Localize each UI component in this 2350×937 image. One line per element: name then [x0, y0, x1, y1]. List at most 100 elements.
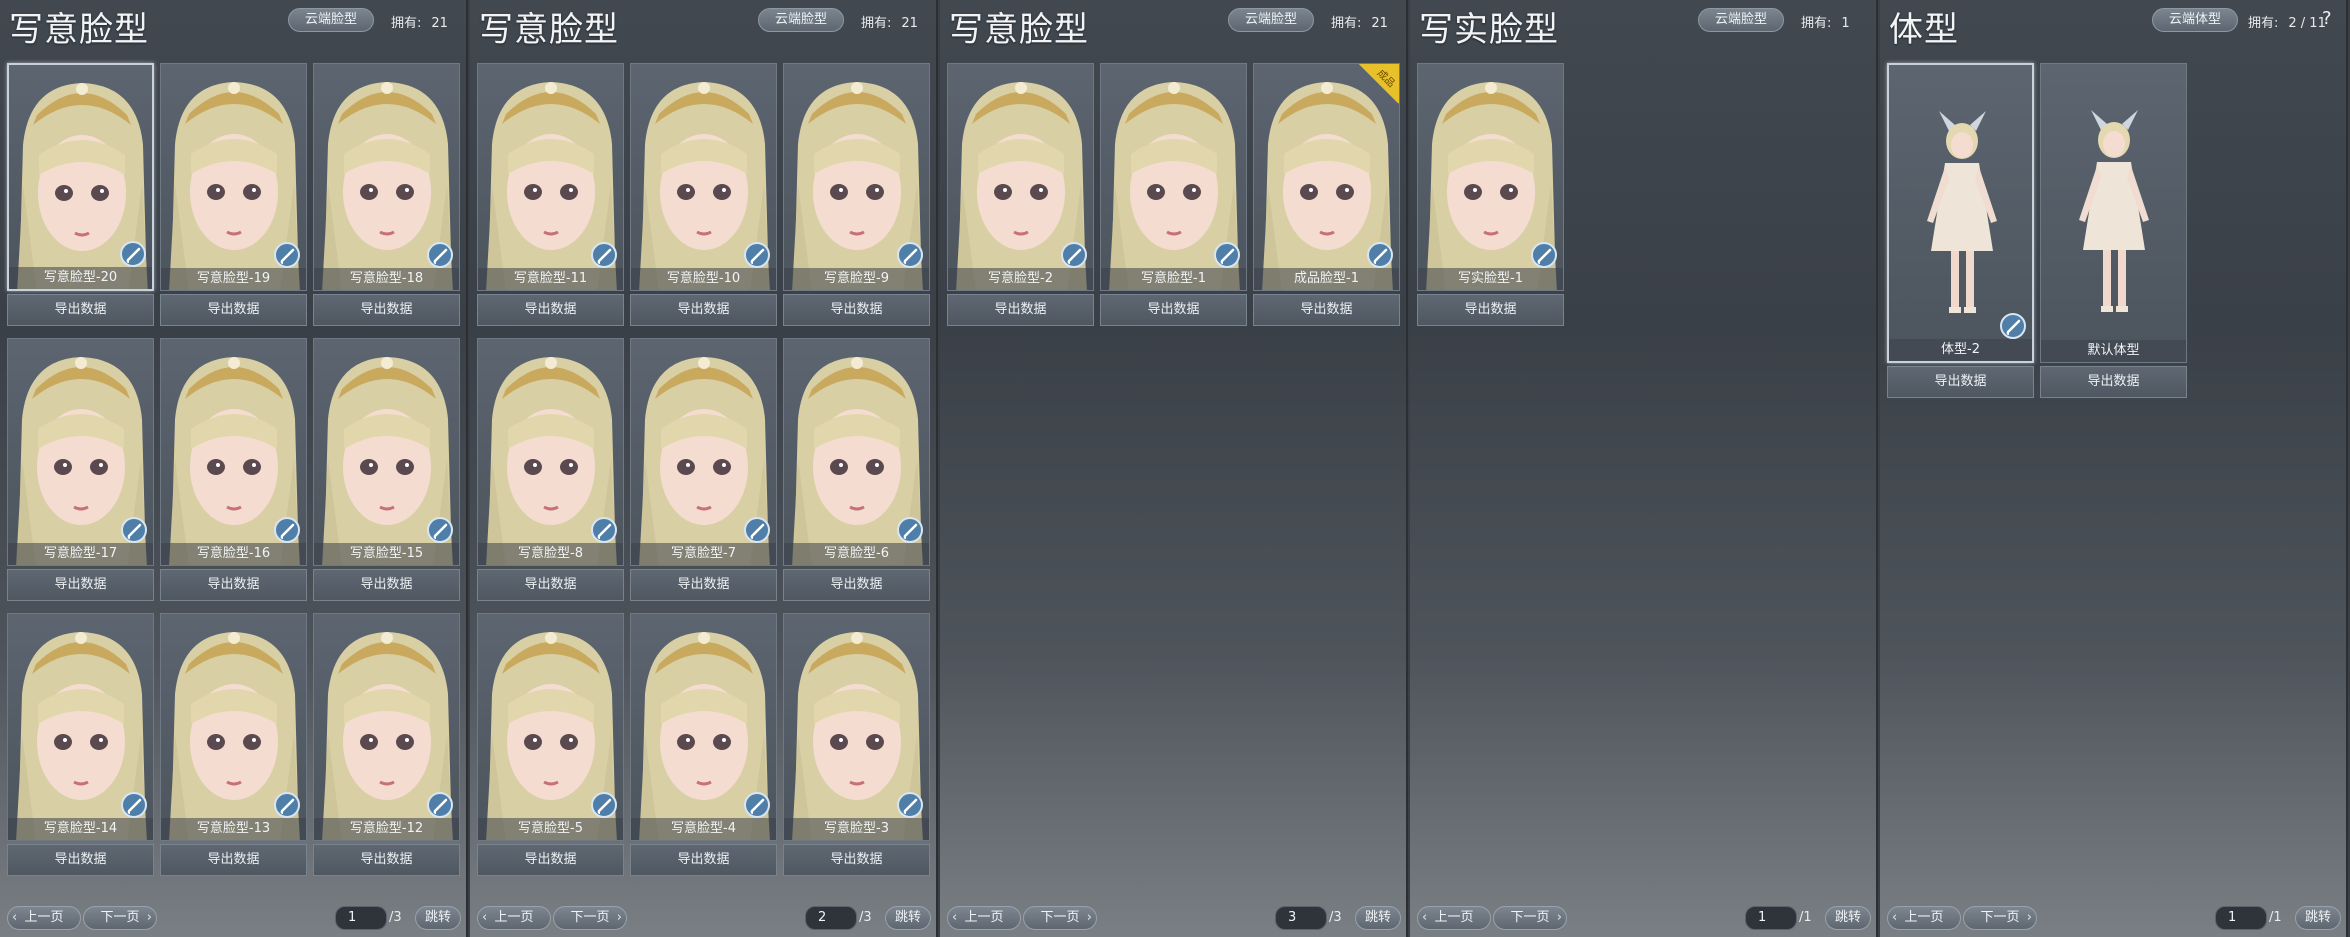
export-data-button[interactable]: 导出数据 [947, 294, 1094, 326]
export-data-button[interactable]: 导出数据 [630, 294, 777, 326]
jump-button[interactable]: 跳转 [2295, 906, 2341, 930]
next-page-label: 下一页 [570, 910, 610, 925]
brush-check-icon [1061, 242, 1087, 268]
grid-cell: 写意脸型-18 导出数据 [313, 63, 460, 326]
export-data-button[interactable]: 导出数据 [313, 569, 460, 601]
export-data-button[interactable]: 导出数据 [1417, 294, 1564, 326]
preset-card[interactable]: 默认体型 [2040, 63, 2187, 363]
export-data-button[interactable]: 导出数据 [313, 294, 460, 326]
cloud-face-button[interactable]: 云端脸型 [758, 8, 844, 32]
owned-number: 21 [901, 16, 918, 31]
export-data-button[interactable]: 导出数据 [7, 294, 154, 326]
export-data-button[interactable]: 导出数据 [2040, 366, 2187, 398]
panel-title: 写意脸型 [9, 10, 149, 50]
prev-page-label: 上一页 [494, 910, 534, 925]
help-icon[interactable]: ? [2322, 8, 2332, 29]
export-data-button[interactable]: 导出数据 [477, 844, 624, 876]
export-data-button[interactable]: 导出数据 [1887, 366, 2034, 398]
export-data-button[interactable]: 导出数据 [7, 844, 154, 876]
preset-card[interactable]: 写意脸型-20 [7, 63, 154, 291]
page-total: /1 [1799, 910, 1812, 925]
cloud-face-button[interactable]: 云端体型 [2152, 8, 2238, 32]
prev-page-button[interactable]: ‹ 上一页 [947, 906, 1021, 930]
export-data-button[interactable]: 导出数据 [630, 569, 777, 601]
preset-card[interactable]: 写意脸型-6 [783, 338, 930, 566]
grid-cell: 写意脸型-16 导出数据 [160, 338, 307, 601]
brush-check-icon [1531, 242, 1557, 268]
preset-card[interactable]: 成品 成品脸型-1 [1253, 63, 1400, 291]
owned-label: 拥有: [1331, 16, 1362, 31]
page-number-input[interactable]: 1 [335, 906, 387, 930]
panel-2: 写意脸型 云端脸型 拥有: 21 写意脸型-11 导出数据 写意脸型-10 导出数据 写意脸型-… [470, 0, 938, 937]
page-total: /3 [859, 910, 872, 925]
preset-label: 写意脸型-20 [9, 267, 152, 289]
preset-card[interactable]: 写意脸型-4 [630, 613, 777, 841]
preset-card[interactable]: 写意脸型-18 [313, 63, 460, 291]
export-data-button[interactable]: 导出数据 [1253, 294, 1400, 326]
export-data-button[interactable]: 导出数据 [160, 844, 307, 876]
export-data-button[interactable]: 导出数据 [783, 294, 930, 326]
export-data-button[interactable]: 导出数据 [160, 569, 307, 601]
prev-page-label: 上一页 [964, 910, 1004, 925]
preset-card[interactable]: 体型-2 [1887, 63, 2034, 363]
jump-button[interactable]: 跳转 [415, 906, 461, 930]
panel-4: 写实脸型 云端脸型 拥有: 1 写实脸型-1 导出数据 ‹ 上一页 下一页 › 1/1 跳转 [1410, 0, 1878, 937]
page-number-input[interactable]: 3 [1275, 906, 1327, 930]
jump-button[interactable]: 跳转 [885, 906, 931, 930]
jump-button[interactable]: 跳转 [1355, 906, 1401, 930]
jump-button[interactable]: 跳转 [1825, 906, 1871, 930]
export-data-button[interactable]: 导出数据 [160, 294, 307, 326]
cloud-face-button[interactable]: 云端脸型 [1698, 8, 1784, 32]
preset-card[interactable]: 写意脸型-8 [477, 338, 624, 566]
export-data-button[interactable]: 导出数据 [1100, 294, 1247, 326]
preset-card[interactable]: 写意脸型-17 [7, 338, 154, 566]
preset-card[interactable]: 写意脸型-12 [313, 613, 460, 841]
prev-page-label: 上一页 [1904, 910, 1944, 925]
prev-page-button[interactable]: ‹ 上一页 [1887, 906, 1961, 930]
prev-page-button[interactable]: ‹ 上一页 [1417, 906, 1491, 930]
preset-card[interactable]: 写意脸型-13 [160, 613, 307, 841]
preset-card[interactable]: 写意脸型-11 [477, 63, 624, 291]
export-data-button[interactable]: 导出数据 [783, 569, 930, 601]
next-page-button[interactable]: 下一页 › [83, 906, 157, 930]
preset-card[interactable]: 写意脸型-14 [7, 613, 154, 841]
cloud-face-button[interactable]: 云端脸型 [1228, 8, 1314, 32]
brush-check-icon [744, 242, 770, 268]
page-number-input[interactable]: 2 [805, 906, 857, 930]
export-data-button[interactable]: 导出数据 [477, 569, 624, 601]
next-page-button[interactable]: 下一页 › [1963, 906, 2037, 930]
preset-card[interactable]: 写意脸型-1 [1100, 63, 1247, 291]
export-data-button[interactable]: 导出数据 [477, 294, 624, 326]
prev-page-button[interactable]: ‹ 上一页 [477, 906, 551, 930]
preset-card[interactable]: 写意脸型-2 [947, 63, 1094, 291]
grid-cell: 写意脸型-13 导出数据 [160, 613, 307, 876]
preset-card[interactable]: 写意脸型-5 [477, 613, 624, 841]
preset-card[interactable]: 写实脸型-1 [1417, 63, 1564, 291]
preset-card[interactable]: 写意脸型-19 [160, 63, 307, 291]
next-page-button[interactable]: 下一页 › [1023, 906, 1097, 930]
brush-check-icon [1214, 242, 1240, 268]
preset-card[interactable]: 写意脸型-7 [630, 338, 777, 566]
page-number-input[interactable]: 1 [2215, 906, 2267, 930]
next-page-button[interactable]: 下一页 › [553, 906, 627, 930]
preset-card[interactable]: 写意脸型-15 [313, 338, 460, 566]
grid-cell: 写实脸型-1 导出数据 [1417, 63, 1564, 326]
page-number-input[interactable]: 1 [1745, 906, 1797, 930]
export-data-button[interactable]: 导出数据 [630, 844, 777, 876]
preset-card[interactable]: 写意脸型-16 [160, 338, 307, 566]
prev-page-button[interactable]: ‹ 上一页 [7, 906, 81, 930]
brush-check-icon [274, 517, 300, 543]
brush-check-icon [427, 792, 453, 818]
export-data-button[interactable]: 导出数据 [783, 844, 930, 876]
export-data-button[interactable]: 导出数据 [7, 569, 154, 601]
owned-label: 拥有: [391, 16, 422, 31]
preset-card[interactable]: 写意脸型-10 [630, 63, 777, 291]
next-page-button[interactable]: 下一页 › [1493, 906, 1567, 930]
cloud-face-button[interactable]: 云端脸型 [288, 8, 374, 32]
export-data-button[interactable]: 导出数据 [313, 844, 460, 876]
preset-label: 默认体型 [2041, 340, 2186, 362]
preset-card[interactable]: 写意脸型-9 [783, 63, 930, 291]
grid-cell: 写意脸型-7 导出数据 [630, 338, 777, 601]
panel-3: 写意脸型 云端脸型 拥有: 21 写意脸型-2 导出数据 写意脸型-1 导出数据 成品 成品脸型-… [940, 0, 1408, 937]
preset-card[interactable]: 写意脸型-3 [783, 613, 930, 841]
